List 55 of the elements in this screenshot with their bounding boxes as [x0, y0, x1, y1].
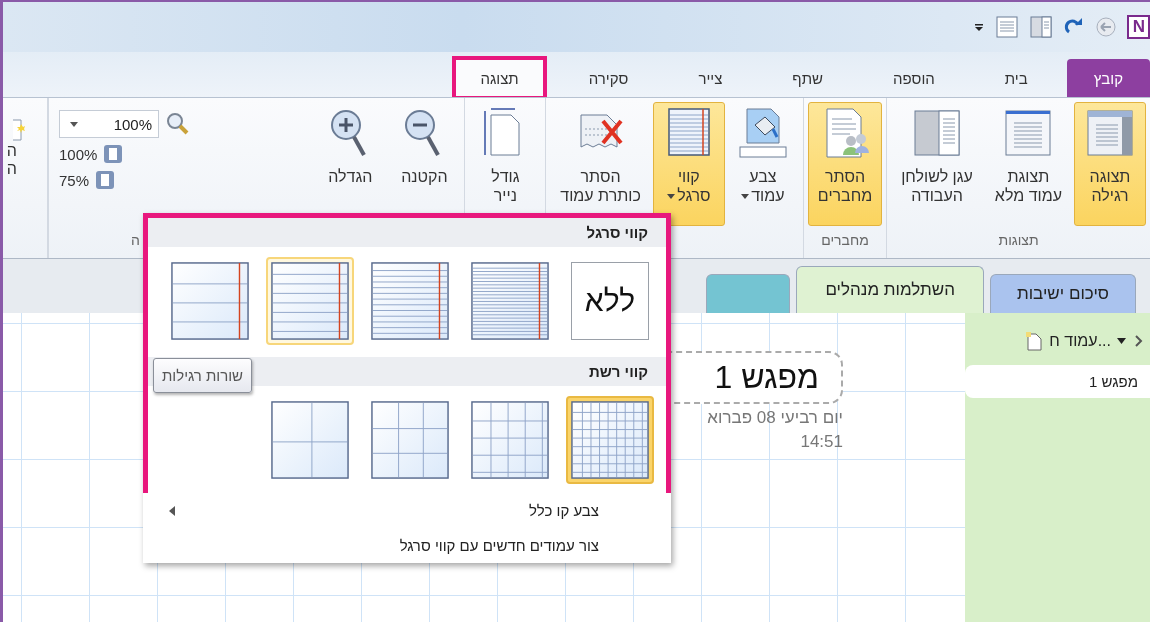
grid-lines-icon	[571, 401, 649, 479]
menu-item[interactable]: צבע קו כלל	[149, 493, 665, 528]
dock-icon[interactable]	[1028, 16, 1053, 38]
zoom-field[interactable]: 100%	[59, 110, 159, 138]
grid-option[interactable]	[566, 396, 654, 484]
section-tab[interactable]: סיכום ישיבות	[989, 274, 1136, 313]
group-label: מחברים	[820, 232, 870, 250]
zoom-preset[interactable]: 100%	[59, 145, 98, 163]
caret-icon	[1117, 338, 1126, 344]
rule-option[interactable]	[266, 257, 354, 345]
ribbon-tab[interactable]: צייר	[673, 59, 748, 97]
ruled-lines-icon	[271, 262, 349, 340]
ruled-lines-icon	[171, 262, 249, 340]
app-logo: N	[1126, 15, 1150, 39]
page-icon[interactable]	[103, 144, 124, 164]
new-page-button[interactable]: עמוד ח...	[1025, 331, 1126, 351]
ribbon-button[interactable]: הסתר מחברים	[807, 102, 883, 226]
grid-lines-icon	[271, 401, 349, 479]
grid-lines-icon	[371, 401, 449, 479]
section-tab[interactable]: השתלמות מנהלים	[796, 266, 984, 313]
page-icon[interactable]	[95, 170, 116, 190]
back-icon[interactable]	[1094, 16, 1117, 38]
ribbon-tab[interactable]: הוספה	[868, 59, 960, 97]
button-label: ה	[6, 160, 17, 178]
ribbon-button[interactable]: עגן לשולחן העבודה	[891, 102, 983, 226]
ribbon-tab[interactable]: שתף	[767, 59, 849, 97]
ribbon-button[interactable]: צבע עמוד	[726, 102, 799, 226]
ruled-lines-icon	[371, 262, 449, 340]
chevron-icon[interactable]	[1134, 335, 1144, 347]
ribbon-tab[interactable]: תצוגה	[455, 59, 544, 97]
page-time: 14:51	[800, 432, 843, 452]
grid-lines-icon	[471, 401, 549, 479]
star-icon	[11, 118, 25, 142]
zoom-preset[interactable]: 75%	[59, 171, 90, 189]
page-item[interactable]: מפגש 1	[965, 365, 1150, 398]
page-date: יום רביעי 08 פברוא	[707, 408, 843, 428]
ribbon-tab[interactable]: סקירה	[563, 59, 654, 97]
ruled-lines-icon	[471, 262, 549, 340]
ribbon-button[interactable]: תצוגת עמוד מלא	[984, 102, 1072, 226]
ribbon-tab[interactable]: בית	[979, 59, 1053, 97]
search-icon[interactable]	[165, 111, 191, 137]
button-label: ה	[6, 142, 17, 160]
page-icon[interactable]	[994, 16, 1019, 38]
file-tab[interactable]: קובץ	[1066, 59, 1150, 97]
caret-icon[interactable]	[972, 21, 985, 33]
paint-bucket-icon	[736, 107, 789, 161]
ribbon-button[interactable]: קווי סרגל	[652, 102, 725, 226]
section-header: קווי סרגל	[148, 218, 666, 247]
group-label: ה	[130, 232, 141, 250]
menu-item[interactable]: צור עמודים חדשים עם קווי סרגל	[149, 528, 665, 563]
caret-icon	[70, 121, 78, 127]
group-label: תצוגות	[997, 232, 1040, 250]
new-page-icon	[1025, 331, 1044, 351]
tooltip: שורות רגילות	[153, 358, 252, 393]
ribbon-button[interactable]: תצוגה רגילה	[1074, 102, 1146, 226]
